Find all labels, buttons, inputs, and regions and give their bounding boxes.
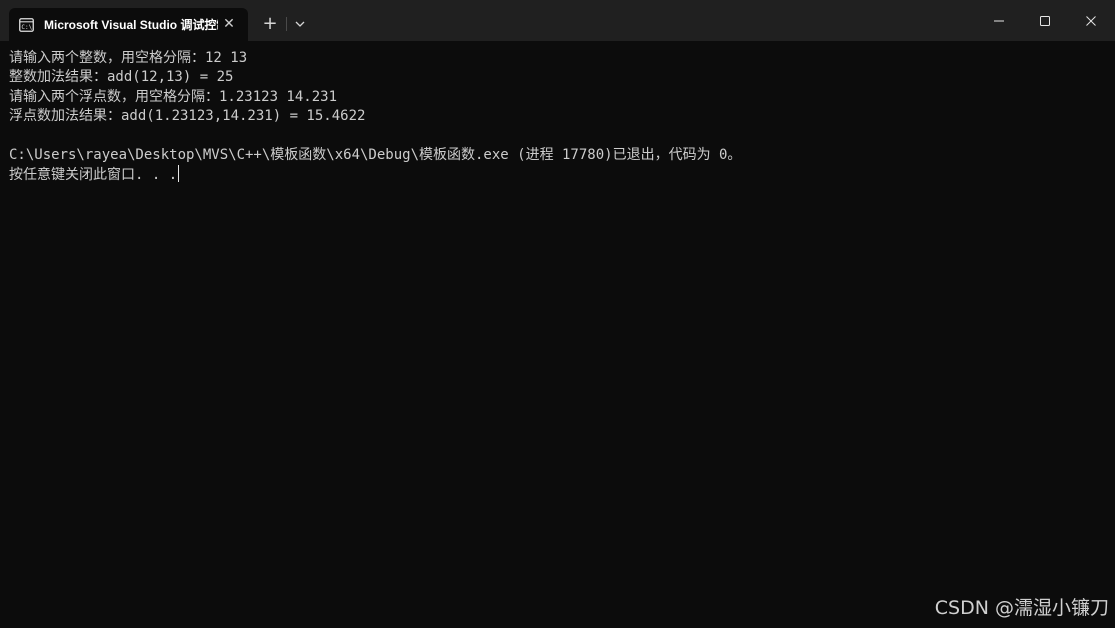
tab-dropdown-button[interactable]: [290, 13, 310, 35]
new-tab-button[interactable]: +: [258, 12, 282, 36]
console-line: 请输入两个浮点数，用空格分隔：1.23123 14.231: [9, 89, 338, 105]
text-cursor: [178, 165, 180, 182]
maximize-icon: [1040, 16, 1050, 26]
close-icon: [1086, 16, 1096, 26]
console-prompt-line: 按任意键关闭此窗口. . .: [9, 165, 180, 184]
terminal-window: C:\ Microsoft Visual Studio 调试控制台 ✕ +: [0, 0, 1115, 628]
tab-title: Microsoft Visual Studio 调试控制台: [44, 18, 218, 32]
minimize-button[interactable]: [976, 0, 1022, 41]
chevron-down-icon: [295, 21, 305, 27]
console-line: 整数加法结果：add(12,13) = 25: [9, 69, 234, 85]
console-line: 浮点数加法结果：add(1.23123,14.231) = 15.4622: [9, 108, 366, 124]
terminal-icon: C:\: [19, 17, 34, 32]
console-output[interactable]: 请输入两个整数，用空格分隔：12 13 整数加法结果：add(12,13) = …: [0, 41, 1115, 628]
close-window-button[interactable]: [1068, 0, 1114, 41]
console-line: 请输入两个整数，用空格分隔：12 13: [9, 50, 248, 66]
minimize-icon: [994, 20, 1004, 22]
svg-text:C:\: C:\: [21, 24, 32, 31]
maximize-button[interactable]: [1022, 0, 1068, 41]
title-bar[interactable]: C:\ Microsoft Visual Studio 调试控制台 ✕ +: [0, 0, 1115, 41]
console-line: 按任意键关闭此窗口. . .: [9, 167, 178, 183]
tab-divider: [286, 17, 287, 31]
tab-debug-console[interactable]: C:\ Microsoft Visual Studio 调试控制台 ✕: [9, 8, 248, 41]
console-line: C:\Users\rayea\Desktop\MVS\C++\模板函数\x64\…: [9, 147, 742, 163]
close-tab-button[interactable]: ✕: [221, 16, 237, 32]
watermark: CSDN @濡湿小镰刀: [934, 597, 1109, 619]
